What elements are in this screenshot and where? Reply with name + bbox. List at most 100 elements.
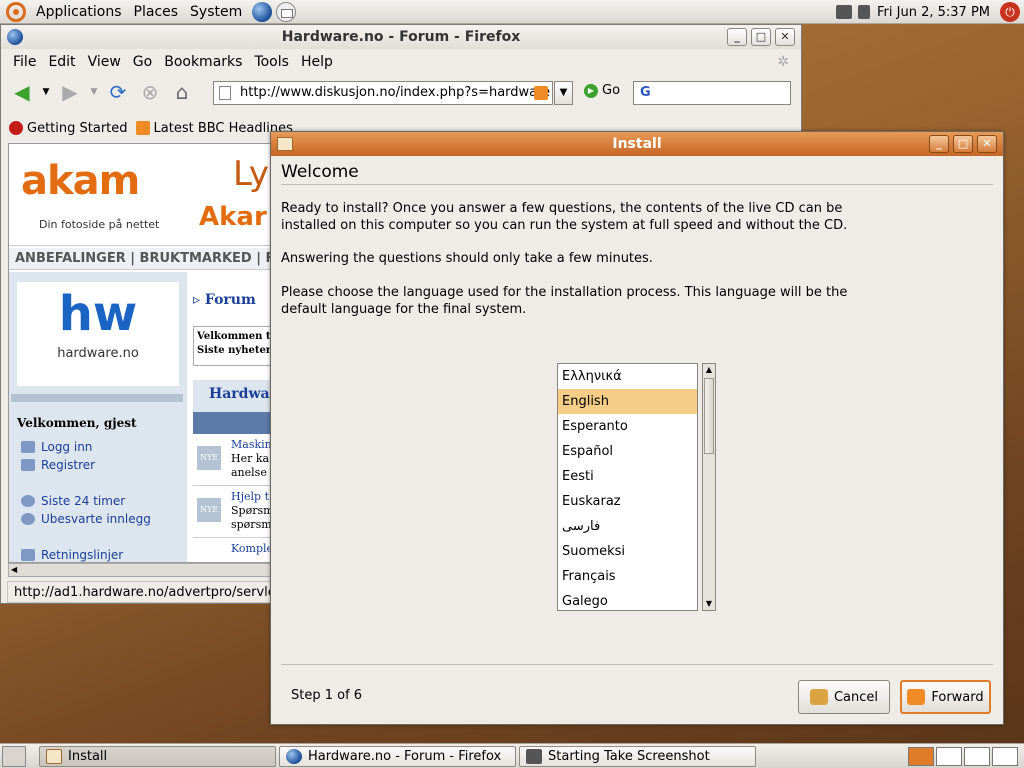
scrollbar-thumb[interactable] (704, 378, 714, 454)
workspace-2[interactable] (936, 747, 962, 766)
clock[interactable]: Fri Jun 2, 5:37 PM (877, 5, 990, 20)
workspace-switcher (908, 747, 1018, 766)
places-menu[interactable]: Places (128, 4, 185, 20)
language-instructions: Please choose the language used for the … (281, 285, 848, 317)
close-button[interactable]: ✕ (977, 135, 997, 153)
site-name: hardware.no (57, 346, 139, 361)
task-firefox[interactable]: Hardware.no - Forum - Firefox (279, 746, 516, 767)
forum-news-line: Siste nyheter: (197, 345, 274, 356)
url-history-dropdown[interactable]: ▼ (554, 81, 573, 105)
menu-help[interactable]: Help (295, 54, 339, 70)
scroll-down-arrow-icon[interactable]: ▼ (703, 598, 715, 610)
scroll-up-arrow-icon[interactable]: ▲ (703, 364, 715, 376)
volume-icon[interactable] (858, 5, 871, 19)
workspace-4[interactable] (992, 747, 1018, 766)
akam-tagline: Din fotoside på nettet (39, 218, 160, 231)
network-icon[interactable] (836, 5, 853, 19)
language-option-selected[interactable]: English (558, 389, 697, 414)
banner-brand: Akar (199, 202, 267, 232)
rss-feed-icon[interactable] (534, 86, 548, 100)
link-label: Registrer (41, 458, 96, 472)
minimize-button[interactable]: _ (727, 28, 747, 46)
language-option[interactable]: Eesti (558, 464, 697, 489)
status-bar: http://ad1.hardware.no/advertpro/servlet (7, 581, 275, 603)
language-scrollbar[interactable]: ▲ ▼ (702, 363, 716, 611)
forum-row[interactable]: Komple (193, 540, 273, 562)
language-option[interactable]: Français (558, 564, 697, 589)
system-menu[interactable]: System (184, 4, 248, 20)
forum-title[interactable]: ▹ Forum (193, 292, 256, 308)
forum-row[interactable]: NYE Hjelp t Spørsm spørsm (193, 488, 273, 538)
forward-arrow-icon[interactable]: ▶ (57, 80, 83, 104)
applications-menu[interactable]: Applications (30, 4, 128, 20)
reload-icon[interactable]: ⟳ (105, 80, 131, 104)
horizontal-scrollbar[interactable]: ◀ (8, 563, 274, 577)
workspace-3[interactable] (964, 747, 990, 766)
web-content[interactable]: akam Din fotoside på nettet Ly Akar ANBE… (8, 143, 274, 563)
menu-tools[interactable]: Tools (248, 54, 295, 70)
mail-launcher-icon[interactable] (276, 1, 297, 22)
menu-go[interactable]: Go (127, 54, 158, 70)
hardware-logo[interactable]: hw hardware.no (17, 282, 179, 386)
minimize-button[interactable]: _ (929, 135, 949, 153)
power-icon[interactable]: ⏻ (1000, 2, 1020, 22)
link-unanswered[interactable]: Ubesvarte innlegg (17, 510, 151, 528)
task-screenshot[interactable]: Starting Take Screenshot (519, 746, 756, 767)
install-titlebar[interactable]: Install _ □ ✕ (271, 132, 1003, 156)
site-nav[interactable]: ANBEFALINGER | BRUKTMARKED | F (9, 248, 273, 270)
forum-row-title[interactable]: Hjelp t (231, 490, 269, 503)
workspace-1[interactable] (908, 747, 934, 766)
bookmark-getting-started[interactable]: Getting Started (9, 121, 128, 136)
ubuntu-logo-icon[interactable] (6, 1, 26, 22)
language-option[interactable]: Euskaraz (558, 489, 697, 514)
cancel-button[interactable]: Cancel (798, 680, 890, 714)
forum-row-desc: anelse (231, 466, 267, 479)
language-option[interactable]: Esperanto (558, 414, 697, 439)
language-option[interactable]: Ελληνικά (558, 364, 697, 389)
language-option[interactable]: فارسی (558, 514, 697, 539)
go-arrow-icon: ▶ (584, 83, 598, 98)
back-history-dropdown[interactable]: ▼ (41, 80, 51, 104)
task-install[interactable]: Install (39, 746, 276, 767)
scroll-left-arrow-icon[interactable]: ◀ (11, 565, 17, 574)
language-option[interactable]: Español (558, 439, 697, 464)
link-login[interactable]: Logg inn (17, 438, 151, 456)
forum-row[interactable]: NYE Maskin Her ka anelse (193, 436, 273, 486)
search-icon (21, 513, 35, 525)
forward-button[interactable]: Forward (900, 680, 991, 714)
menu-view[interactable]: View (82, 54, 127, 70)
menu-file[interactable]: File (7, 54, 42, 70)
url-input[interactable]: http://www.diskusjon.no/index.php?s=hard… (213, 81, 553, 105)
show-desktop-button[interactable] (2, 746, 26, 767)
home-icon[interactable]: ⌂ (169, 80, 195, 104)
hw-logo-icon: hw (58, 286, 138, 342)
menu-edit[interactable]: Edit (42, 54, 81, 70)
language-list[interactable]: Ελληνικά English Esperanto Español Eesti… (557, 363, 698, 611)
menu-bookmarks[interactable]: Bookmarks (158, 54, 248, 70)
bottom-panel: Install Hardware.no - Forum - Firefox St… (0, 743, 1024, 768)
forum-column: ▹ Forum Velkommen ti Siste nyheter: Hard… (193, 272, 274, 562)
search-engine-icon[interactable]: G (640, 85, 651, 100)
back-arrow-icon[interactable]: ◀ (9, 80, 35, 104)
task-label: Install (68, 749, 108, 764)
firefox-titlebar[interactable]: Hardware.no - Forum - Firefox _ □ ✕ (1, 25, 801, 49)
ad-banner[interactable]: akam Din fotoside på nettet Ly Akar (9, 144, 273, 246)
search-input[interactable]: G (633, 81, 791, 105)
firefox-icon (286, 749, 302, 764)
forum-row-title[interactable]: Komple (231, 542, 273, 555)
language-option[interactable]: Suomeksi (558, 539, 697, 564)
stop-icon[interactable]: ⊗ (137, 80, 163, 104)
close-button[interactable]: ✕ (775, 28, 795, 46)
maximize-button[interactable]: □ (751, 28, 771, 46)
go-button[interactable]: ▶ Go (584, 83, 620, 98)
maximize-button[interactable]: □ (953, 135, 973, 153)
login-icon (21, 441, 35, 453)
forum-row-title[interactable]: Maskin (231, 438, 272, 451)
link-register[interactable]: Registrer (17, 456, 151, 474)
browser-launcher-icon[interactable] (252, 1, 273, 22)
link-last-24h[interactable]: Siste 24 timer (17, 492, 151, 510)
top-panel: Applications Places System Fri Jun 2, 5:… (0, 0, 1024, 24)
link-guidelines[interactable]: Retningslinjer (17, 546, 151, 562)
forward-history-dropdown[interactable]: ▼ (89, 80, 99, 104)
language-option[interactable]: Galego (558, 589, 697, 610)
